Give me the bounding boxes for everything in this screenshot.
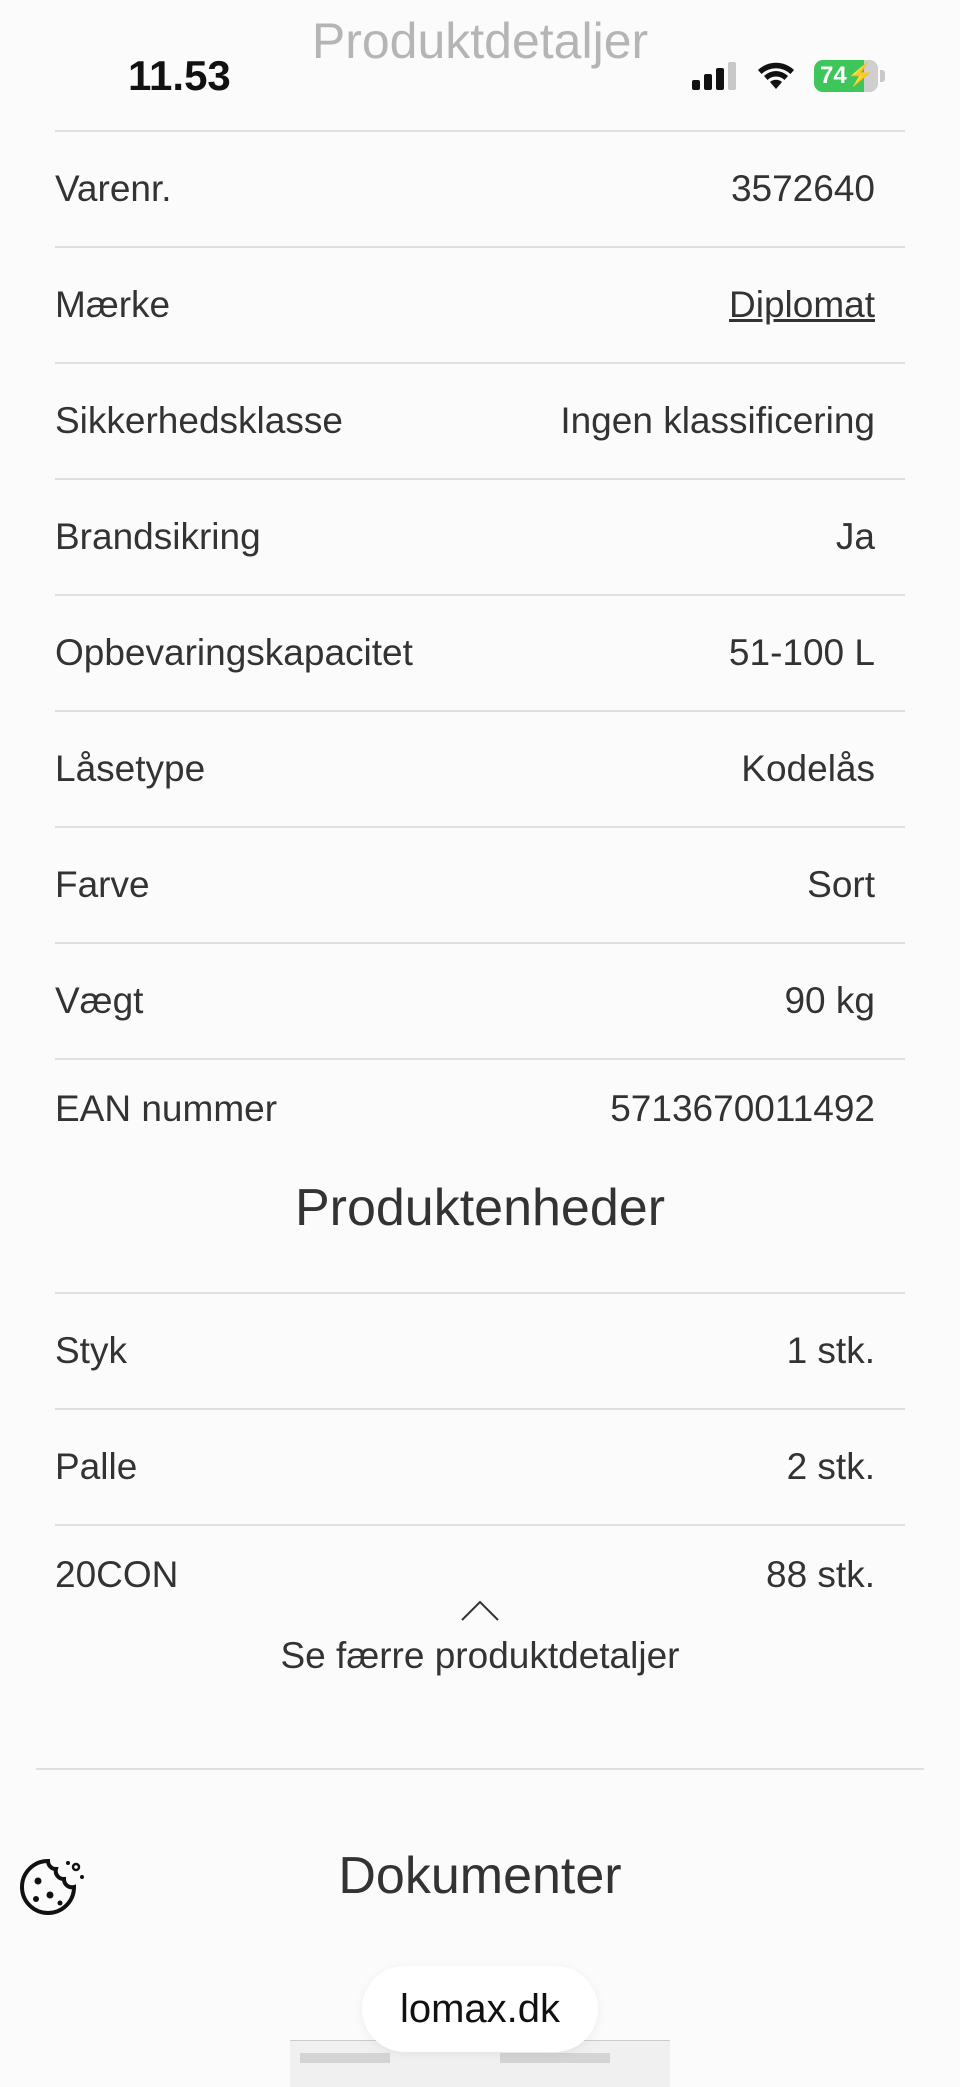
detail-row: Opbevaringskapacitet 51-100 L bbox=[55, 594, 905, 710]
detail-label: Sikkerhedsklasse bbox=[55, 400, 343, 441]
status-bar: Produktdetaljer 11.53 74 ⚡ bbox=[0, 0, 960, 130]
detail-row: Farve Sort bbox=[55, 826, 905, 942]
detail-value: 5713670011492 bbox=[610, 1088, 875, 1129]
detail-label: Opbevaringskapacitet bbox=[55, 632, 413, 673]
detail-row: Låsetype Kodelås bbox=[55, 710, 905, 826]
detail-row: EAN nummer 5713670011492 bbox=[55, 1058, 905, 1158]
detail-label: EAN nummer bbox=[55, 1088, 278, 1129]
detail-label: Varenr. bbox=[55, 168, 172, 209]
detail-label: Mærke bbox=[55, 284, 171, 325]
unit-label: 20CON bbox=[55, 1554, 179, 1595]
detail-row: Sikkerhedsklasse Ingen klassificering bbox=[55, 362, 905, 478]
detail-label: Farve bbox=[55, 864, 150, 905]
product-units-table: Styk 1 stk. Palle 2 stk. 20CON 88 stk. bbox=[55, 1292, 905, 1624]
documents-section-title: Dokumenter bbox=[338, 1847, 622, 1905]
chevron-up-icon bbox=[461, 1600, 499, 1621]
detail-value: 3572640 bbox=[730, 168, 875, 209]
product-details-table: Varenr. 3572640 Mærke Diplomat Sikkerhedskla… bbox=[55, 130, 905, 1158]
unit-row: Styk 1 stk. bbox=[55, 1292, 905, 1408]
detail-label: Vægt bbox=[55, 980, 144, 1021]
detail-row: Mærke Diplomat bbox=[55, 246, 905, 362]
clock: 11.53 bbox=[128, 52, 231, 99]
url-bar[interactable]: lomax.dk bbox=[362, 1966, 598, 2052]
unit-value: 1 stk. bbox=[786, 1330, 875, 1371]
detail-label: Brandsikring bbox=[55, 516, 261, 557]
detail-label: Låsetype bbox=[55, 748, 206, 789]
unit-value: 88 stk. bbox=[766, 1554, 875, 1595]
detail-value: 51-100 L bbox=[728, 632, 875, 673]
wifi-icon bbox=[758, 62, 794, 89]
unit-label: Styk bbox=[55, 1330, 127, 1371]
signal-icon bbox=[692, 62, 736, 90]
detail-row: Vægt 90 kg bbox=[55, 942, 905, 1058]
detail-row: Varenr. 3572640 bbox=[55, 130, 905, 246]
detail-value: 90 kg bbox=[784, 980, 875, 1021]
status-icons: 74 ⚡ bbox=[692, 60, 885, 92]
section-divider bbox=[36, 1768, 924, 1770]
detail-value: Kodelås bbox=[741, 748, 875, 789]
detail-value: Sort bbox=[807, 864, 875, 905]
url-text: lomax.dk bbox=[399, 1986, 561, 2031]
battery-level: 74 bbox=[820, 62, 847, 89]
brand-link[interactable]: Diplomat bbox=[729, 284, 875, 326]
detail-value: Ja bbox=[835, 516, 875, 557]
unit-row: Palle 2 stk. bbox=[55, 1408, 905, 1524]
unit-value: 2 stk. bbox=[786, 1446, 875, 1487]
show-fewer-details-button[interactable]: Se færre produktdetaljer bbox=[0, 1598, 960, 1677]
detail-row: Brandsikring Ja bbox=[55, 478, 905, 594]
detail-value: Ingen klassificering bbox=[560, 400, 875, 441]
show-fewer-details-label: Se færre produktdetaljer bbox=[280, 1635, 680, 1676]
battery-icon: 74 ⚡ bbox=[814, 60, 885, 92]
unit-label: Palle bbox=[55, 1446, 138, 1487]
units-section-title: Produktenheder bbox=[294, 1179, 666, 1237]
